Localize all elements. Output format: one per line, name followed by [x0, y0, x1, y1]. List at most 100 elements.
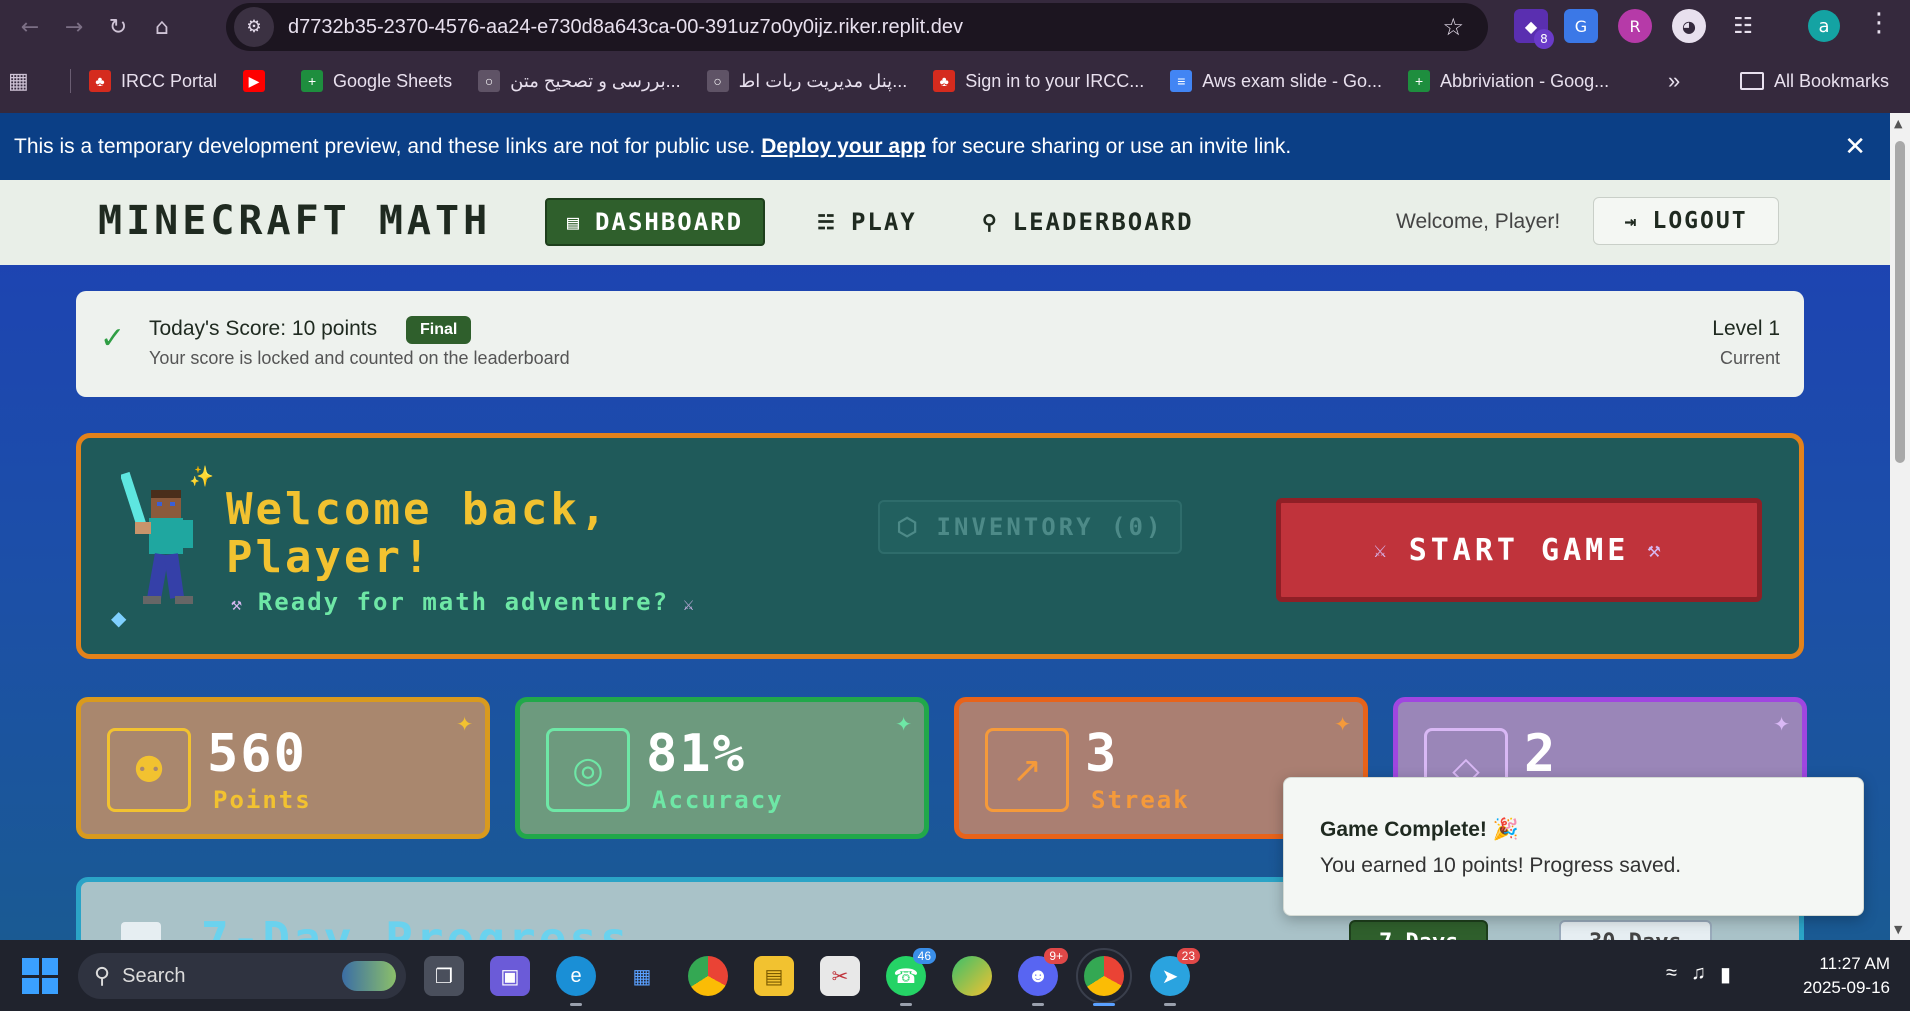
inventory-label: INVENTORY (0)	[936, 513, 1164, 541]
battery-icon[interactable]: ▮	[1720, 962, 1731, 987]
discord-icon[interactable]: ☻ 9+	[1018, 948, 1068, 1006]
bar-chart-icon: ▤	[567, 210, 582, 234]
browser-chrome: ← → ↻ ⌂ ⚙ d7732b35-2370-4576-aa24-e730d8…	[0, 0, 1910, 113]
app-globe-icon[interactable]	[952, 956, 992, 996]
profile-avatar[interactable]: a	[1808, 10, 1840, 42]
scroll-up-icon[interactable]: ▲	[1894, 117, 1902, 130]
deploy-link[interactable]: Deploy your app	[761, 135, 926, 159]
file-explorer-icon[interactable]: ▤	[754, 956, 794, 996]
windows-start-icon[interactable]	[22, 958, 58, 994]
tab-play[interactable]: ☵ PLAY	[797, 198, 937, 246]
logout-button[interactable]: ⇥ LOGOUT	[1593, 197, 1779, 245]
bookmark-label: Google Sheets	[333, 70, 453, 91]
bookmark-label: پنل مدیریت ربات اط...	[738, 70, 908, 91]
task-view-icon[interactable]: ❐	[424, 956, 464, 996]
address-bar[interactable]: ⚙ d7732b35-2370-4576-aa24-e730d8a643ca-0…	[226, 3, 1488, 51]
scrollbar-thumb[interactable]	[1895, 141, 1905, 463]
browser-menu-icon[interactable]: ⋮	[1866, 8, 1892, 38]
app-icon[interactable]: ▣	[490, 956, 530, 996]
seven-days-button[interactable]: 7 Days	[1349, 920, 1489, 940]
search-label: Search	[122, 964, 186, 987]
stat-label-text: Accuracy	[652, 786, 784, 814]
stat-value: 3	[1085, 724, 1119, 784]
apps-grid-icon[interactable]: ▦	[8, 68, 48, 94]
hero-tagline: ⚒ Ready for math adventure? ⚔	[231, 588, 696, 616]
bookmark-item[interactable]: ♣ Sign in to your IRCC...	[933, 70, 1144, 92]
network-app-icon[interactable]: ▦	[622, 956, 662, 996]
system-tray: ≈ ♫ ▮	[1666, 962, 1731, 987]
extension-badge: 8	[1534, 29, 1554, 49]
thirty-days-label: 30 Days	[1589, 930, 1682, 941]
toast-title: Game Complete! 🎉	[1320, 818, 1519, 841]
bookmark-item[interactable]: ≡ Aws exam slide - Go...	[1170, 70, 1382, 92]
tab-dashboard[interactable]: ▤ DASHBOARD	[545, 198, 766, 246]
edge-icon[interactable]: e	[556, 956, 596, 1006]
bookmark-item[interactable]: + Google Sheets	[301, 70, 452, 92]
tab-play-label: PLAY	[850, 208, 917, 236]
trophy-icon: ⚉	[107, 728, 191, 812]
app-logo[interactable]: MINECRAFT MATH	[98, 198, 491, 244]
tab-leaderboard[interactable]: ⚲ LEADERBOARD	[962, 198, 1214, 246]
extension-icon[interactable]: ◆ 8	[1514, 9, 1554, 49]
trophy-icon: ⚲	[982, 210, 999, 234]
start-game-button[interactable]: ⚔ START GAME ⚒	[1276, 498, 1762, 602]
game-complete-toast[interactable]: Game Complete! 🎉 You earned 10 points! P…	[1283, 777, 1864, 916]
level-value: Level 1	[1712, 317, 1780, 340]
speed-extension-icon[interactable]: ◕	[1672, 9, 1706, 43]
taskbar-search[interactable]: ⚲ Search	[78, 953, 406, 999]
system-clock[interactable]: 11:27 AM 2025-09-16	[1780, 952, 1890, 1000]
url-text: d7732b35-2370-4576-aa24-e730d8a643ca-00-…	[288, 15, 963, 38]
globe-widget-icon	[342, 961, 396, 991]
puzzle-extensions-icon[interactable]: ☷	[1726, 9, 1760, 43]
bookmarks-divider	[70, 69, 71, 93]
inventory-button[interactable]: ⬡ INVENTORY (0)	[878, 500, 1182, 554]
translate-extension-icon[interactable]: G	[1564, 9, 1598, 43]
thirty-days-button[interactable]: 30 Days	[1559, 920, 1712, 940]
stat-label: Streak	[1091, 786, 1190, 814]
clock-time: 11:27 AM	[1819, 954, 1890, 973]
steve-character-icon	[121, 471, 193, 604]
bookmarks-bar: ▦ ♣ IRCC Portal ▶ + Google Sheets ○ بررسی و تص…	[0, 60, 1910, 102]
page-scrollbar[interactable]: ▲ ▼	[1890, 113, 1910, 940]
reload-button[interactable]: ↻	[96, 6, 140, 50]
forward-button[interactable]: →	[52, 6, 96, 50]
bookmark-item[interactable]: ♣ IRCC Portal	[89, 70, 217, 92]
bookmark-label: IRCC Portal	[121, 70, 218, 91]
telegram-icon[interactable]: ➤ 23	[1150, 948, 1200, 1006]
running-indicator	[1032, 1003, 1044, 1006]
all-bookmarks-button[interactable]: All Bookmarks	[1740, 71, 1889, 92]
running-indicator	[900, 1003, 912, 1006]
snipping-tool-icon[interactable]: ✂	[820, 956, 860, 996]
back-button[interactable]: ←	[8, 6, 52, 50]
bookmark-item[interactable]: ○ پنل مدیریت ربات اط...	[706, 70, 908, 92]
pickaxe-icon: ⚒	[231, 594, 244, 615]
discord-badge: 9+	[1044, 948, 1068, 964]
calendar-icon	[121, 922, 161, 940]
bookmark-item[interactable]: ▶	[243, 70, 275, 92]
wifi-icon[interactable]: ≈	[1666, 962, 1677, 987]
target-icon: ◎	[546, 728, 630, 812]
close-icon[interactable]: ✕	[1844, 131, 1866, 162]
chrome-icon[interactable]	[688, 956, 728, 996]
search-icon: ⚲	[94, 963, 111, 988]
bookmark-label: Abbriviation - Goog...	[1440, 70, 1610, 91]
welcome-hero: ✨ ◆ Welcome back, Player! ⚒ Ready for mat…	[76, 433, 1804, 659]
scroll-down-icon[interactable]: ▼	[1894, 923, 1902, 936]
extension-icon-2[interactable]: R	[1618, 9, 1652, 43]
toast-message: You earned 10 points! Progress saved.	[1320, 854, 1682, 877]
welcome-user: Welcome, Player!	[1396, 210, 1561, 233]
bookmark-item[interactable]: + Abbriviation - Goog...	[1408, 70, 1609, 92]
bookmark-label: Sign in to your IRCC...	[965, 70, 1145, 91]
stat-label: Points	[213, 786, 312, 814]
whatsapp-icon[interactable]: ☎ 46	[886, 948, 936, 1006]
site-info-icon[interactable]: ⚙	[234, 7, 274, 47]
more-bookmarks-icon[interactable]: »	[1668, 68, 1680, 94]
home-button[interactable]: ⌂	[140, 6, 184, 50]
chrome-profile-icon[interactable]	[1076, 948, 1132, 1006]
gem-icon: ◆	[111, 606, 127, 630]
bookmark-item[interactable]: ○ بررسی و تصحیح متن...	[478, 70, 681, 92]
tab-dashboard-label: DASHBOARD	[595, 208, 744, 236]
bookmark-star-icon[interactable]: ☆	[1442, 13, 1464, 41]
volume-icon[interactable]: ♫	[1691, 962, 1706, 987]
today-score-card: ✓ Today's Score: 10 points Final Your sc…	[76, 291, 1804, 397]
